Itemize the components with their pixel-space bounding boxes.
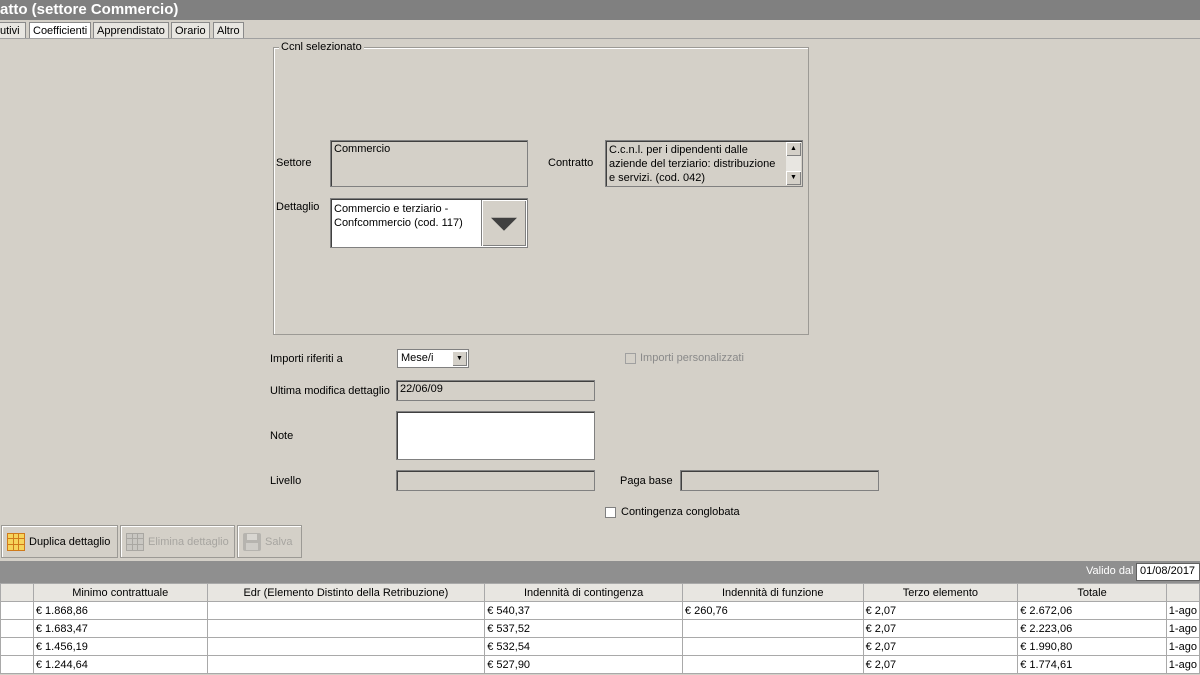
scroll-down-icon[interactable]: ▼ xyxy=(786,171,801,185)
tab-altro[interactable]: Altro xyxy=(213,22,244,39)
table-cell[interactable] xyxy=(681,655,864,674)
column-header[interactable] xyxy=(0,583,34,602)
dettaglio-dropdown-button[interactable] xyxy=(481,200,526,246)
table-cell[interactable]: € 2,07 xyxy=(862,637,1019,656)
table-cell[interactable]: 1-ago xyxy=(1165,601,1200,620)
salva-button[interactable]: Salva xyxy=(237,525,302,558)
importi-personalizzati-checkbox[interactable] xyxy=(625,353,636,364)
column-header-minimo[interactable]: Minimo contrattuale xyxy=(32,583,208,602)
table-cell[interactable]: € 537,52 xyxy=(484,619,683,638)
table-cell[interactable]: € 1.683,47 xyxy=(32,619,208,638)
table-row[interactable]: € 1.244,64 € 527,90 € 2,07 € 1.774,61 1-… xyxy=(0,655,1200,674)
dettaglio-text: Commercio e terziario - Confcommercio (c… xyxy=(334,203,463,229)
chevron-down-icon[interactable]: ▼ xyxy=(452,351,467,366)
table-cell[interactable]: € 2.672,06 xyxy=(1017,601,1167,620)
valido-dal-input[interactable]: 01/08/2017 xyxy=(1136,563,1200,581)
ccnl-group xyxy=(273,47,809,335)
note-textarea[interactable] xyxy=(396,411,595,460)
column-header-totale[interactable]: Totale xyxy=(1017,583,1167,602)
paga-base-field xyxy=(680,470,879,491)
elimina-dettaglio-label: Elimina dettaglio xyxy=(148,535,229,548)
table-cell[interactable] xyxy=(206,655,486,674)
valido-dal-label: Valido dal xyxy=(1086,565,1134,577)
ccnl-group-legend: Ccnl selezionato xyxy=(279,41,364,53)
tab-contributivi[interactable]: utivi xyxy=(0,22,26,39)
table-cell[interactable]: € 1.990,80 xyxy=(1017,637,1167,656)
table-cell[interactable]: € 1.456,19 xyxy=(32,637,208,656)
table-cell[interactable]: € 527,90 xyxy=(484,655,683,674)
column-header[interactable] xyxy=(1165,583,1200,602)
window-title: atto (settore Commercio) xyxy=(0,0,1200,20)
contratto-label: Contratto xyxy=(548,157,594,169)
table-cell[interactable]: € 532,54 xyxy=(484,637,683,656)
table-cell[interactable] xyxy=(0,601,34,620)
grid-header-bar xyxy=(0,561,1200,583)
table-cell[interactable]: € 2,07 xyxy=(862,655,1019,674)
settore-field: Commercio xyxy=(330,140,528,187)
column-header-terzo-elemento[interactable]: Terzo elemento xyxy=(862,583,1019,602)
importi-label: Importi riferiti a xyxy=(270,353,343,365)
chevron-down-icon xyxy=(491,217,517,231)
table-cell[interactable] xyxy=(0,619,34,638)
retribuzione-table: Minimo contrattuale Edr (Elemento Distin… xyxy=(0,583,1200,674)
livello-field xyxy=(396,470,595,491)
livello-label: Livello xyxy=(270,475,302,487)
table-cell[interactable] xyxy=(206,637,486,656)
table-cell[interactable]: € 260,76 xyxy=(681,601,864,620)
dettaglio-combo[interactable]: Commercio e terziario - Confcommercio (c… xyxy=(330,198,528,248)
elimina-dettaglio-button[interactable]: Elimina dettaglio xyxy=(120,525,235,558)
duplica-dettaglio-label: Duplica dettaglio xyxy=(29,535,111,548)
table-cell[interactable]: € 2.223,06 xyxy=(1017,619,1167,638)
importi-select[interactable]: Mese/i ▼ xyxy=(397,349,469,368)
duplica-dettaglio-button[interactable]: Duplica dettaglio xyxy=(1,525,118,558)
table-cell[interactable] xyxy=(0,655,34,674)
tab-orario[interactable]: Orario xyxy=(171,22,210,39)
note-label: Note xyxy=(270,430,294,442)
table-cell[interactable] xyxy=(206,619,486,638)
table-cell[interactable]: € 1.868,86 xyxy=(32,601,208,620)
table-cell[interactable] xyxy=(0,637,34,656)
table-row[interactable]: € 1.683,47 € 537,52 € 2,07 € 2.223,06 1-… xyxy=(0,619,1200,638)
table-cell[interactable]: € 540,37 xyxy=(484,601,683,620)
table-cell[interactable]: 1-ago xyxy=(1165,619,1200,638)
importi-personalizzati-label: Importi personalizzati xyxy=(640,352,744,364)
tab-strip: utivi Coefficienti Apprendistato Orario … xyxy=(0,20,1200,40)
tab-apprendistato[interactable]: Apprendistato xyxy=(93,22,169,39)
scroll-up-icon[interactable]: ▲ xyxy=(786,142,801,156)
tab-divider xyxy=(0,38,1200,39)
table-icon xyxy=(126,532,144,551)
save-icon xyxy=(243,532,261,551)
contratto-text: C.c.n.l. per i dipendenti dalle aziende … xyxy=(609,144,776,184)
tab-coefficienti[interactable]: Coefficienti xyxy=(29,22,92,39)
table-cell[interactable]: € 2,07 xyxy=(862,601,1019,620)
table-cell[interactable]: € 1.244,64 xyxy=(32,655,208,674)
table-icon xyxy=(7,532,25,551)
contratto-field[interactable]: C.c.n.l. per i dipendenti dalle aziende … xyxy=(605,140,803,187)
column-header-edr[interactable]: Edr (Elemento Distinto della Retribuzion… xyxy=(206,583,486,602)
table-cell[interactable]: € 1.774,61 xyxy=(1017,655,1167,674)
column-header-funzione[interactable]: Indennità di funzione xyxy=(681,583,864,602)
table-cell[interactable]: € 2,07 xyxy=(862,619,1019,638)
salva-label: Salva xyxy=(265,535,293,548)
table-cell[interactable] xyxy=(206,601,486,620)
table-cell[interactable]: 1-ago xyxy=(1165,637,1200,656)
dettaglio-label: Dettaglio xyxy=(276,201,320,213)
settore-label: Settore xyxy=(276,157,312,169)
table-row[interactable]: € 1.456,19 € 532,54 € 2,07 € 1.990,80 1-… xyxy=(0,637,1200,656)
column-header-contingenza[interactable]: Indennità di contingenza xyxy=(484,583,683,602)
contratto-scrollbar[interactable]: ▲ ▼ xyxy=(786,142,801,185)
importi-value: Mese/i xyxy=(401,352,434,364)
paga-base-label: Paga base xyxy=(620,475,673,487)
contingenza-label: Contingenza conglobata xyxy=(621,506,740,518)
ultima-modifica-label: Ultima modifica dettaglio xyxy=(270,385,390,397)
contingenza-checkbox[interactable] xyxy=(605,507,616,518)
ultima-modifica-field: 22/06/09 xyxy=(396,380,595,401)
table-cell[interactable]: 1-ago xyxy=(1165,655,1200,674)
table-row[interactable]: € 1.868,86 € 540,37 € 260,76 € 2,07 € 2.… xyxy=(0,601,1200,620)
table-cell[interactable] xyxy=(681,637,864,656)
table-header-row: Minimo contrattuale Edr (Elemento Distin… xyxy=(0,583,1200,602)
table-cell[interactable] xyxy=(681,619,864,638)
